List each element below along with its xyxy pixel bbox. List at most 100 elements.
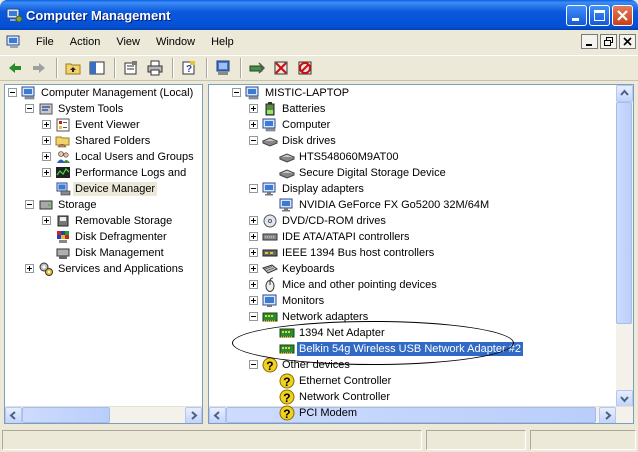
- expand-toggle[interactable]: [42, 120, 51, 129]
- tree-item-label[interactable]: HTS548060M9AT00: [297, 150, 400, 164]
- child-minimize-button[interactable]: [581, 34, 598, 49]
- tree-item-label[interactable]: Removable Storage: [73, 214, 174, 228]
- event-viewer-icon: [55, 117, 71, 133]
- scroll-up-button[interactable]: [616, 85, 633, 102]
- maximize-icon: [594, 9, 605, 21]
- tree-item-label[interactable]: Computer: [280, 118, 332, 132]
- users-icon: [55, 149, 71, 165]
- tree-item-label[interactable]: NVIDIA GeForce FX Go5200 32M/64M: [297, 198, 491, 212]
- menu-action[interactable]: Action: [62, 30, 109, 54]
- tree-item-label[interactable]: Computer Management (Local): [39, 86, 195, 100]
- horizontal-scroll-thumb[interactable]: [22, 407, 110, 423]
- collapse-toggle[interactable]: [25, 104, 34, 113]
- horizontal-scrollbar[interactable]: [209, 406, 633, 423]
- menu-view[interactable]: View: [108, 30, 148, 54]
- tree-item-label[interactable]: Secure Digital Storage Device: [297, 166, 448, 180]
- vertical-scroll-thumb[interactable]: [616, 102, 632, 324]
- tree-item-label[interactable]: IEEE 1394 Bus host controllers: [280, 246, 436, 260]
- back-button[interactable]: [4, 57, 26, 79]
- horizontal-scrollbar[interactable]: [5, 406, 202, 423]
- scroll-down-button[interactable]: [616, 390, 633, 407]
- update-driver-button[interactable]: [246, 57, 268, 79]
- maximize-button[interactable]: [589, 4, 610, 26]
- tree-item-label[interactable]: IDE ATA/ATAPI controllers: [280, 230, 412, 244]
- tree-item-label[interactable]: Batteries: [280, 102, 327, 116]
- tree-item-label[interactable]: System Tools: [56, 102, 125, 116]
- console-tree-pane[interactable]: Computer Management (Local) System Tools E…: [4, 84, 203, 424]
- scroll-right-button[interactable]: [185, 407, 202, 423]
- expand-toggle[interactable]: [42, 168, 51, 177]
- tree-item-label[interactable]: 1394 Net Adapter: [297, 326, 387, 340]
- tree-item-label[interactable]: Network Controller: [297, 390, 392, 404]
- expand-toggle[interactable]: [42, 216, 51, 225]
- child-restore-button[interactable]: [600, 34, 617, 49]
- tree-item-label[interactable]: Ethernet Controller: [297, 374, 393, 388]
- scroll-left-button[interactable]: [5, 407, 22, 423]
- performance-icon: [55, 165, 71, 181]
- disk-drive-icon: [261, 133, 279, 149]
- collapse-toggle[interactable]: [249, 184, 258, 193]
- collapse-toggle[interactable]: [249, 136, 258, 145]
- tree-item-label[interactable]: Mice and other pointing devices: [280, 278, 439, 292]
- tree-item-label[interactable]: Event Viewer: [73, 118, 142, 132]
- expand-toggle[interactable]: [42, 152, 51, 161]
- collapse-toggle[interactable]: [232, 88, 241, 97]
- tree-item-label[interactable]: Monitors: [280, 294, 326, 308]
- close-button[interactable]: [612, 4, 633, 26]
- update-driver-icon: [249, 62, 265, 74]
- expand-toggle[interactable]: [249, 120, 258, 129]
- expand-toggle[interactable]: [25, 264, 34, 273]
- forward-button[interactable]: [28, 57, 50, 79]
- tree-item-label[interactable]: MISTIC-LAPTOP: [263, 86, 351, 100]
- tree-item-label[interactable]: Disk Defragmenter: [73, 230, 169, 244]
- collapse-toggle[interactable]: [249, 360, 258, 369]
- scroll-left-button[interactable]: [209, 407, 226, 423]
- tree-item-label[interactable]: Shared Folders: [73, 134, 152, 148]
- tree-item-label[interactable]: Other devices: [280, 358, 352, 372]
- uninstall-button[interactable]: [270, 57, 292, 79]
- menu-file[interactable]: File: [28, 30, 62, 54]
- vertical-scrollbar[interactable]: [616, 85, 633, 407]
- menu-window[interactable]: Window: [148, 30, 203, 54]
- minimize-button[interactable]: [566, 4, 587, 26]
- tree-item-label[interactable]: Disk drives: [280, 134, 338, 148]
- up-one-level-button[interactable]: [62, 57, 84, 79]
- expand-toggle[interactable]: [249, 280, 258, 289]
- device-tree-pane[interactable]: MISTIC-LAPTOP Batteries Computer Disk drive…: [208, 84, 634, 424]
- scan-hardware-button[interactable]: [212, 57, 234, 79]
- properties-button[interactable]: [120, 57, 142, 79]
- expand-toggle[interactable]: [249, 264, 258, 273]
- tree-item-label[interactable]: Network adapters: [280, 310, 370, 324]
- tree-item-label[interactable]: Local Users and Groups: [73, 150, 196, 164]
- expand-toggle[interactable]: [249, 296, 258, 305]
- tree-item-label[interactable]: Keyboards: [280, 262, 337, 276]
- child-close-button[interactable]: [619, 34, 636, 49]
- print-button[interactable]: [144, 57, 166, 79]
- collapse-toggle[interactable]: [249, 312, 258, 321]
- tree-item-label[interactable]: DVD/CD-ROM drives: [280, 214, 388, 228]
- disable-button[interactable]: [294, 57, 316, 79]
- collapse-toggle[interactable]: [25, 200, 34, 209]
- tree-item-label[interactable]: Disk Management: [73, 246, 166, 260]
- expand-toggle[interactable]: [249, 104, 258, 113]
- document-icon[interactable]: [6, 34, 22, 50]
- tree-item-label[interactable]: Display adapters: [280, 182, 366, 196]
- services-icon: [38, 261, 54, 277]
- scroll-right-button[interactable]: [599, 407, 616, 423]
- menu-bar: File Action View Window Help: [0, 30, 638, 54]
- help-button[interactable]: ?: [178, 57, 200, 79]
- menu-help[interactable]: Help: [203, 30, 242, 54]
- computer-management-icon: [21, 85, 37, 101]
- show-hide-tree-button[interactable]: [86, 57, 108, 79]
- title-bar[interactable]: Computer Management: [0, 0, 638, 30]
- tree-item-label[interactable]: PCI Modem: [297, 406, 359, 420]
- collapse-toggle[interactable]: [8, 88, 17, 97]
- expand-toggle[interactable]: [249, 216, 258, 225]
- tree-item-label[interactable]: Device Manager: [73, 182, 158, 196]
- expand-toggle[interactable]: [249, 232, 258, 241]
- expand-toggle[interactable]: [42, 136, 51, 145]
- expand-toggle[interactable]: [249, 248, 258, 257]
- tree-item-label[interactable]: Storage: [56, 198, 99, 212]
- tree-item-label[interactable]: Belkin 54g Wireless USB Network Adapter …: [296, 341, 524, 357]
- tree-item-label[interactable]: Services and Applications: [56, 262, 185, 276]
